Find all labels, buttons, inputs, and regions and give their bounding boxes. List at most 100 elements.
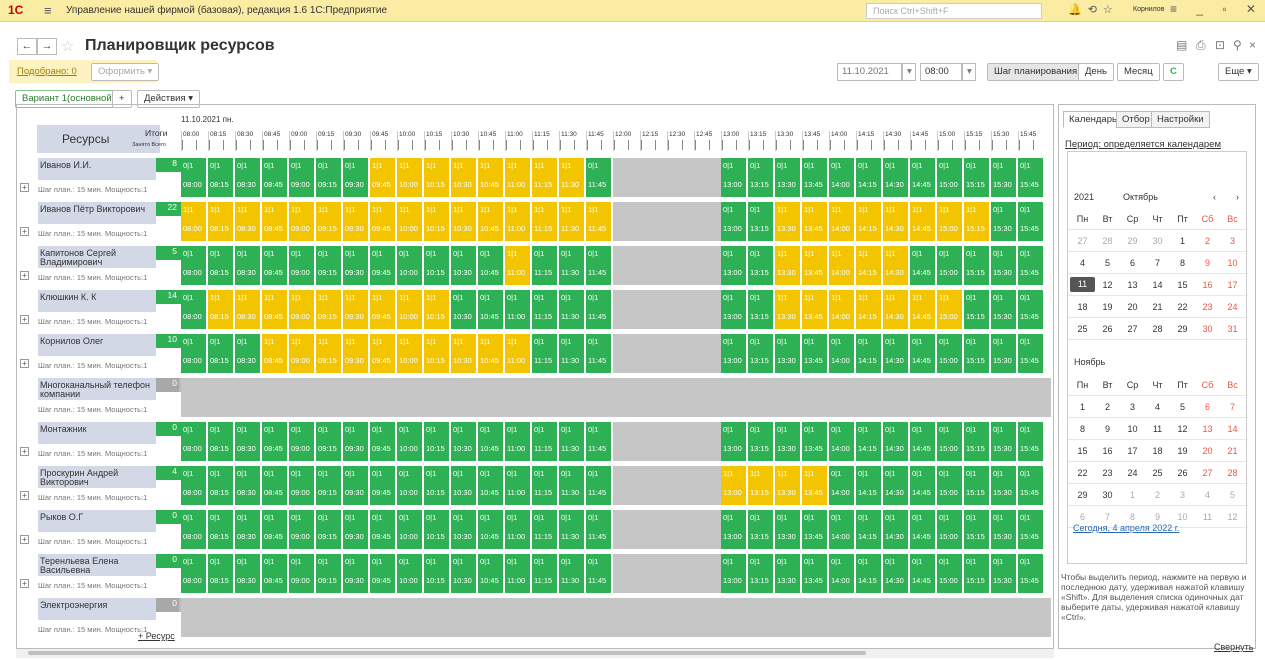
expand-icon[interactable]: +: [20, 315, 29, 324]
schedule-slot[interactable]: 0|1 10:15: [424, 422, 450, 461]
schedule-slot[interactable]: 1|1 14:45: [910, 290, 936, 329]
schedule-slot[interactable]: 0|1 09:45: [370, 554, 396, 593]
calendar-day[interactable]: 6: [1195, 402, 1220, 412]
schedule-slot[interactable]: 0|1 15:30: [991, 510, 1017, 549]
calendar-day[interactable]: 29: [1120, 236, 1145, 246]
schedule-slot[interactable]: 0|1 11:30: [559, 466, 585, 505]
schedule-slot[interactable]: 1|1 10:30: [451, 202, 477, 241]
schedule-slot[interactable]: 0|1 14:45: [910, 422, 936, 461]
schedule-slot[interactable]: 0|1 10:00: [397, 246, 423, 285]
expand-icon[interactable]: +: [20, 447, 29, 456]
schedule-slot[interactable]: 0|1 09:30: [343, 422, 369, 461]
schedule-slot[interactable]: 0|1 09:30: [343, 510, 369, 549]
schedule-slot[interactable]: 1|1 11:15: [532, 158, 558, 197]
schedule-slot[interactable]: 1|1 13:00: [721, 466, 747, 505]
schedule-slot[interactable]: 0|1 15:00: [937, 334, 963, 373]
calendar-day[interactable]: 10: [1120, 424, 1145, 434]
expand-icon[interactable]: +: [20, 535, 29, 544]
schedule-slot[interactable]: 0|1 11:00: [505, 466, 531, 505]
schedule-slot[interactable]: 0|1 15:30: [991, 554, 1017, 593]
calendar-day[interactable]: 18: [1070, 302, 1095, 312]
schedule-slot[interactable]: 0|1 09:00: [289, 158, 315, 197]
schedule-slot[interactable]: 1|1 13:45: [802, 466, 828, 505]
schedule-slot[interactable]: 0|1 11:45: [586, 510, 612, 549]
schedule-slot[interactable]: 0|1 09:00: [289, 422, 315, 461]
schedule-slot[interactable]: 1|1 10:30: [451, 158, 477, 197]
schedule-slot[interactable]: 1|1 13:30: [775, 246, 801, 285]
schedule-slot[interactable]: 0|1 15:30: [991, 290, 1017, 329]
calendar-day[interactable]: 9: [1095, 424, 1120, 434]
schedule-slot[interactable]: 1|1 10:15: [424, 202, 450, 241]
calendar-day[interactable]: 20: [1120, 302, 1145, 312]
schedule-slot[interactable]: 1|1 08:45: [262, 290, 288, 329]
schedule-slot[interactable]: 0|1 09:45: [370, 466, 396, 505]
schedule-slot[interactable]: 0|1 10:45: [478, 554, 504, 593]
schedule-slot[interactable]: 0|1 11:15: [532, 466, 558, 505]
schedule-slot[interactable]: 1|1 09:45: [370, 290, 396, 329]
schedule-slot[interactable]: 0|1 15:30: [991, 158, 1017, 197]
calendar-day[interactable]: 13: [1195, 424, 1220, 434]
calendar-day[interactable]: 18: [1145, 446, 1170, 456]
schedule-slot[interactable]: 0|1 14:00: [829, 466, 855, 505]
schedule-slot[interactable]: 0|1 08:15: [208, 334, 234, 373]
schedule-slot[interactable]: 1|1 13:45: [802, 246, 828, 285]
schedule-slot[interactable]: 0|1 14:30: [883, 510, 909, 549]
schedule-slot[interactable]: 1|1 13:30: [775, 466, 801, 505]
calendar-day[interactable]: 28: [1145, 324, 1170, 334]
forward-button[interactable]: →: [37, 38, 57, 55]
schedule-slot[interactable]: 1|1 08:15: [208, 202, 234, 241]
schedule-slot[interactable]: 1|1 11:00: [505, 334, 531, 373]
schedule-slot[interactable]: 0|1 15:45: [1018, 246, 1044, 285]
calendar-day[interactable]: 5: [1095, 258, 1120, 268]
calendar-day[interactable]: 30: [1095, 490, 1120, 500]
schedule-slot[interactable]: 0|1 13:00: [721, 422, 747, 461]
schedule-slot[interactable]: 0|1 11:00: [505, 554, 531, 593]
calendar-day[interactable]: 29: [1170, 324, 1195, 334]
calendar-day[interactable]: 12: [1095, 280, 1120, 290]
schedule-slot[interactable]: 0|1 13:00: [721, 554, 747, 593]
calendar-day[interactable]: 19: [1170, 446, 1195, 456]
schedule-slot[interactable]: 1|1 09:00: [289, 290, 315, 329]
schedule-slot[interactable]: 0|1 13:00: [721, 202, 747, 241]
calendar-day[interactable]: 5: [1170, 402, 1195, 412]
schedule-slot[interactable]: 1|1 11:45: [586, 202, 612, 241]
resource-name[interactable]: Электроэнергия: [38, 598, 156, 620]
schedule-slot[interactable]: 0|1 10:00: [397, 554, 423, 593]
expand-icon[interactable]: +: [20, 183, 29, 192]
titlebar-icons[interactable]: 🔔⟲☆: [1068, 3, 1119, 16]
schedule-slot[interactable]: 0|1 15:30: [991, 466, 1017, 505]
today-link[interactable]: Сегодня, 4 апреля 2022 г.: [1073, 523, 1179, 533]
calendar-day[interactable]: 1: [1120, 490, 1145, 500]
step-button[interactable]: Шаг планирования: [987, 63, 1085, 81]
schedule-slot[interactable]: 1|1 14:30: [883, 202, 909, 241]
schedule-slot[interactable]: 1|1 15:15: [964, 202, 990, 241]
schedule-slot[interactable]: 1|1 08:00: [181, 202, 207, 241]
horizontal-scrollbar[interactable]: [16, 649, 1054, 658]
schedule-slot[interactable]: 0|1 08:00: [181, 422, 207, 461]
schedule-slot[interactable]: 0|1 14:15: [856, 334, 882, 373]
schedule-slot[interactable]: 0|1 13:15: [748, 510, 774, 549]
calendar-day[interactable]: 1: [1170, 236, 1195, 246]
schedule-slot[interactable]: 0|1 14:45: [910, 466, 936, 505]
schedule-slot[interactable]: 0|1 14:45: [910, 158, 936, 197]
schedule-slot[interactable]: 0|1 10:00: [397, 510, 423, 549]
window-controls[interactable]: ≡ _ ▫ ✕: [1170, 2, 1264, 16]
schedule-slot[interactable]: 0|1 14:30: [883, 554, 909, 593]
schedule-slot[interactable]: 0|1 08:30: [235, 554, 261, 593]
schedule-slot[interactable]: 0|1 13:30: [775, 510, 801, 549]
schedule-slot[interactable]: 1|1 09:00: [289, 334, 315, 373]
calendar-day[interactable]: 3: [1220, 236, 1245, 246]
schedule-slot[interactable]: 1|1 11:00: [505, 202, 531, 241]
schedule-slot[interactable]: 0|1 11:30: [559, 422, 585, 461]
calendar-day[interactable]: 29: [1070, 490, 1095, 500]
schedule-slot[interactable]: 0|1 09:30: [343, 554, 369, 593]
schedule-slot[interactable]: 0|1 15:45: [1018, 422, 1044, 461]
calendar-day[interactable]: 12: [1170, 424, 1195, 434]
schedule-slot[interactable]: 1|1 09:00: [289, 202, 315, 241]
schedule-slot[interactable]: 1|1 13:45: [802, 202, 828, 241]
schedule-slot[interactable]: 0|1 15:15: [964, 158, 990, 197]
calendar[interactable]: 2021 Октябрь ‹ › Пн Вт Ср Чт Пт Сб Вс 27 28 29 30 1…: [1067, 151, 1248, 564]
schedule-slot[interactable]: 0|1 11:15: [532, 554, 558, 593]
schedule-slot[interactable]: 0|1 09:00: [289, 510, 315, 549]
back-button[interactable]: ←: [17, 38, 37, 55]
